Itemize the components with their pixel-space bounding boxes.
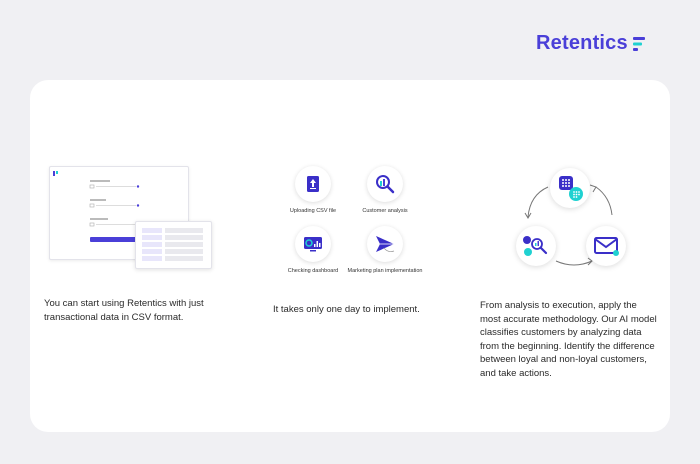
feature-customer-analysis: Customer analysis (345, 166, 425, 214)
feature-checking-dashboard: Checking dashboard (273, 226, 353, 274)
feature-marketing-plan: Marketing plan implementation (345, 226, 425, 274)
feature-label: Checking dashboard (287, 268, 339, 274)
column-2-description: It takes only one day to implement. (273, 304, 420, 315)
feature-label: Customer analysis (362, 208, 408, 214)
column-1-description: You can start using Retentics with just … (44, 298, 204, 323)
mapping-table-illustration (142, 228, 203, 261)
brand-name: Retentics (536, 32, 628, 54)
mail-icon (586, 226, 626, 266)
brand-logo[interactable]: Retentics (536, 32, 646, 55)
column-mapping-mockup (135, 221, 212, 269)
feature-uploading-csv: Uploading CSV file (273, 166, 353, 214)
brand-mark-icon (632, 36, 645, 51)
column-3-description: From analysis to execution, apply the mo… (480, 300, 657, 379)
analysis-icon (516, 226, 556, 266)
dashboard-icon (295, 226, 331, 262)
paper-plane-icon (367, 226, 403, 262)
segments-grid-icon (550, 168, 590, 208)
feature-label: Marketing plan implementation (347, 268, 423, 274)
magnifier-icon (367, 166, 403, 202)
features-card: You can start using Retentics with just … (30, 80, 670, 432)
upload-file-icon (295, 166, 331, 202)
feature-label: Uploading CSV file (289, 208, 337, 214)
